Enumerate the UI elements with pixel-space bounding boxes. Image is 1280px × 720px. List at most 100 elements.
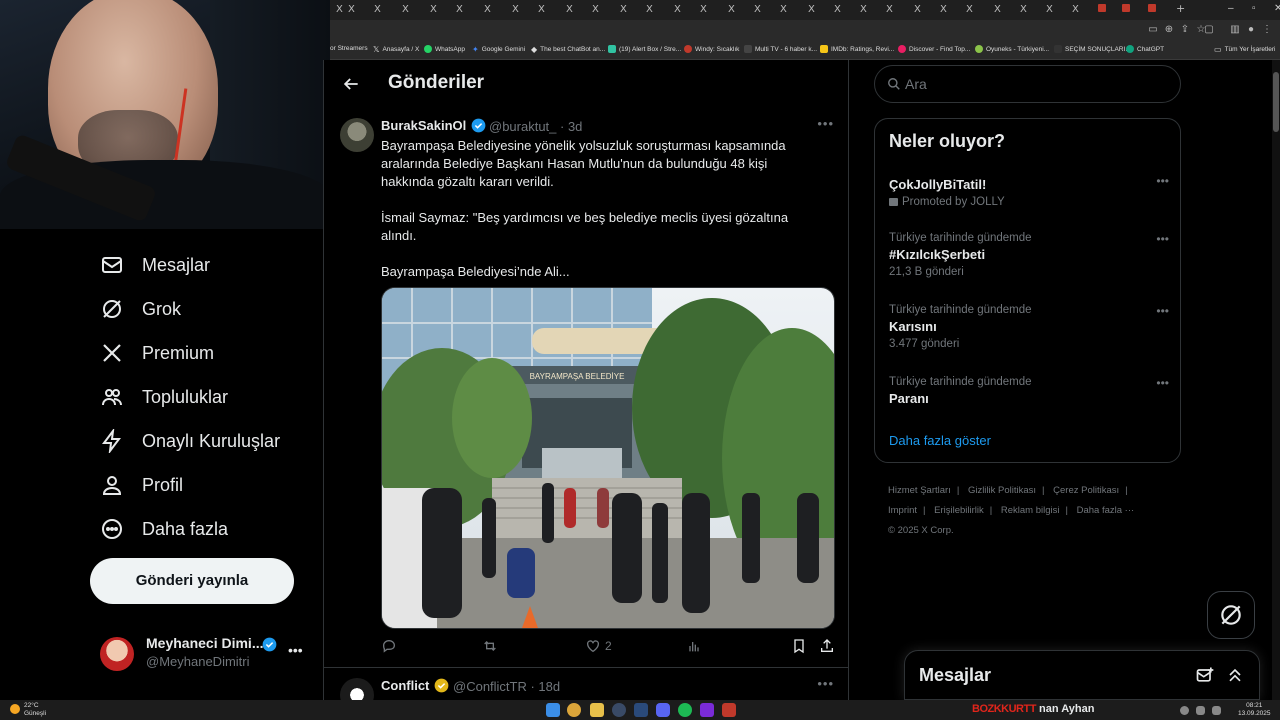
tab[interactable]: X: [512, 4, 519, 15]
bookmark[interactable]: SEÇİM SONUÇLARI...: [1054, 45, 1131, 53]
avatar[interactable]: [340, 118, 374, 152]
tab[interactable]: X: [620, 4, 627, 15]
grok-button[interactable]: [1207, 591, 1255, 639]
all-bookmarks[interactable]: ▭ Tüm Yer İşaretleri: [1214, 45, 1276, 54]
tweet[interactable]: BurakSakinOl @buraktut_ · 3d ••• Bayramp…: [324, 108, 848, 668]
trend-item[interactable]: ÇokJollyBiTatil! Promoted by JOLLY •••: [889, 174, 1169, 208]
red-tab-favicon-icon[interactable]: [1148, 4, 1156, 12]
file-explorer-icon[interactable]: [590, 703, 604, 717]
footer-link[interactable]: Hizmet Şartları: [888, 485, 951, 496]
tab[interactable]: X: [1046, 4, 1053, 15]
tab[interactable]: X: [780, 4, 787, 15]
nav-item-messages[interactable]: Mesajlar: [100, 250, 210, 280]
start-icon[interactable]: [546, 703, 560, 717]
tab[interactable]: X: [456, 4, 463, 15]
chrome-icon[interactable]: [567, 703, 581, 717]
messages-dock[interactable]: Mesajlar: [904, 650, 1260, 700]
more-icon[interactable]: •••: [1156, 304, 1169, 318]
minimize-icon[interactable]: –: [1228, 3, 1234, 14]
tab[interactable]: X: [538, 4, 545, 15]
nav-item-grok[interactable]: Grok: [100, 294, 181, 324]
tweet-author-name[interactable]: Conflict: [381, 678, 429, 693]
show-more-link[interactable]: Daha fazla göster: [889, 433, 991, 448]
bookmark[interactable]: Oyuneks - Türkiyeni...: [975, 45, 1049, 53]
more-icon[interactable]: •••: [1156, 232, 1169, 246]
bookmark[interactable]: Discover - Find Top...: [898, 45, 970, 53]
nav-item-more[interactable]: Daha fazla: [100, 514, 228, 544]
profile-icon[interactable]: ●: [1245, 24, 1257, 36]
trend-item[interactable]: Türkiye tarihinde gündemde Karısını 3.47…: [889, 304, 1169, 350]
more-icon[interactable]: •••: [288, 642, 303, 658]
nav-item-premium[interactable]: Premium: [100, 338, 214, 368]
spotify-icon[interactable]: [678, 703, 692, 717]
collapse-up-icon[interactable]: [1225, 665, 1245, 685]
avatar[interactable]: [340, 678, 374, 700]
tab[interactable]: X: [484, 4, 491, 15]
trend-item[interactable]: Türkiye tarihinde gündemde Paranı •••: [889, 376, 1169, 406]
like-button[interactable]: 2: [585, 638, 612, 654]
reply-button[interactable]: [381, 638, 397, 654]
bookmark-button[interactable]: [791, 638, 807, 654]
weather-widget[interactable]: 22°C Güneşli: [10, 702, 46, 718]
more-icon[interactable]: •••: [1156, 174, 1169, 188]
menu-icon[interactable]: ⋮: [1261, 24, 1273, 36]
extensions-icon[interactable]: ▢: [1203, 24, 1215, 36]
tab[interactable]: X: [348, 4, 355, 15]
tab[interactable]: X: [834, 4, 841, 15]
tab[interactable]: X: [336, 4, 343, 15]
tab[interactable]: X: [430, 4, 437, 15]
tab[interactable]: X: [940, 4, 947, 15]
tray-icon[interactable]: [1180, 706, 1189, 715]
bookmark[interactable]: Multi TV - 6 haber k...: [744, 45, 817, 53]
footer-link[interactable]: Erişilebilirlik: [934, 505, 984, 516]
tab[interactable]: X: [886, 4, 893, 15]
bookmark[interactable]: (19) Alert Box / Stre...: [608, 45, 681, 53]
tab[interactable]: X: [402, 4, 409, 15]
bookmark[interactable]: ✦ Google Gemini: [472, 45, 525, 54]
tab[interactable]: X: [860, 4, 867, 15]
red-tab-favicon-icon[interactable]: [1122, 4, 1130, 12]
cast-icon[interactable]: ▭: [1147, 24, 1159, 36]
post-button[interactable]: Gönderi yayınla: [90, 558, 294, 604]
more-icon[interactable]: •••: [817, 676, 834, 691]
tab[interactable]: X: [700, 4, 707, 15]
tab[interactable]: X: [374, 4, 381, 15]
scrollbar-thumb[interactable]: [1273, 72, 1279, 132]
footer-link[interactable]: Daha fazla ···: [1077, 505, 1135, 516]
tab[interactable]: X: [1020, 4, 1027, 15]
obs-icon[interactable]: [612, 703, 626, 717]
red-tab-favicon-icon[interactable]: [1098, 4, 1106, 12]
views-button[interactable]: [686, 638, 702, 654]
more-icon[interactable]: •••: [1156, 376, 1169, 390]
trend-item[interactable]: Türkiye tarihinde gündemde #KızılcıkŞerb…: [889, 232, 1169, 278]
network-icon[interactable]: [1196, 706, 1205, 715]
tab[interactable]: X: [754, 4, 761, 15]
tab[interactable]: X: [646, 4, 653, 15]
zoom-icon[interactable]: ⊕: [1163, 24, 1175, 36]
search-input[interactable]: Ara: [874, 65, 1181, 103]
maximize-icon[interactable]: ▫: [1252, 3, 1256, 14]
tweet[interactable]: Conflict @ConflictTR · 18d •••: [324, 668, 848, 700]
bookmark[interactable]: ◆ The best ChatBot an...: [531, 45, 605, 54]
footer-link[interactable]: Çerez Politikası: [1053, 485, 1119, 496]
tab[interactable]: X: [914, 4, 921, 15]
nav-item-profile[interactable]: Profil: [100, 470, 183, 500]
tab[interactable]: X: [728, 4, 735, 15]
tweet-image[interactable]: BAYRAMPAŞA BELEDİYE: [381, 287, 835, 629]
account-switcher[interactable]: Meyhaneci Dimi... @MeyhaneDimitri •••: [100, 634, 310, 674]
bookmark[interactable]: or Streamers: [330, 45, 368, 52]
tab[interactable]: X: [994, 4, 1001, 15]
share-button[interactable]: [819, 638, 835, 654]
share-icon[interactable]: ⇪: [1179, 24, 1191, 36]
new-tab-button[interactable]: +: [1176, 2, 1185, 15]
nav-item-communities[interactable]: Topluluklar: [100, 382, 228, 412]
tweet-handle[interactable]: @ConflictTR · 18d: [453, 679, 560, 694]
volume-icon[interactable]: [1212, 706, 1221, 715]
tweet-handle[interactable]: @buraktut_ · 3d: [489, 119, 582, 134]
back-arrow-icon[interactable]: [341, 74, 361, 94]
retweet-button[interactable]: [482, 638, 498, 654]
app-icon[interactable]: [700, 703, 714, 717]
bookmark[interactable]: Windy: Sıcaklık: [684, 45, 739, 53]
bookmark[interactable]: 𝕏 Anasayfa / X: [373, 45, 419, 54]
app-icon[interactable]: [722, 703, 736, 717]
